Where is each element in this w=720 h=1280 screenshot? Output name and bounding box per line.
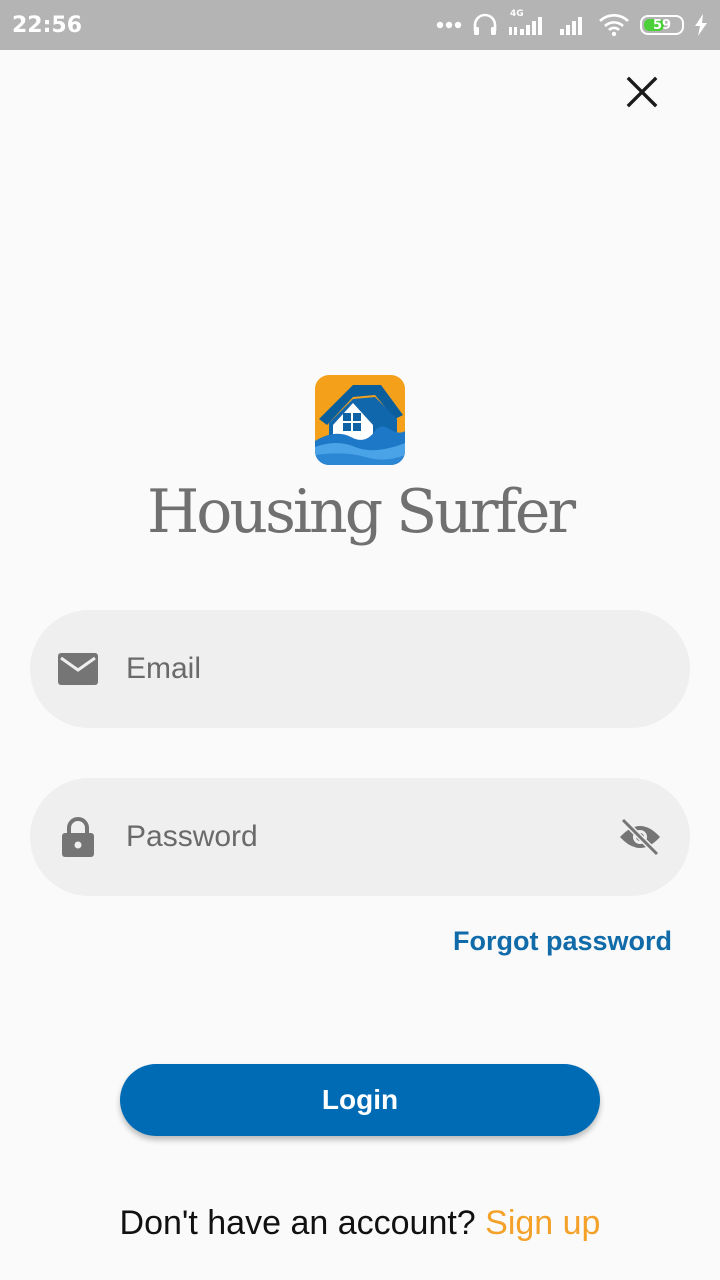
close-icon [626, 76, 658, 108]
wifi-icon [598, 13, 630, 37]
app-logo [315, 375, 405, 465]
signup-prompt-text: Don't have an account? [119, 1204, 486, 1242]
password-visibility-toggle[interactable] [616, 813, 664, 861]
status-bar: 22:56 4G 59 [0, 0, 720, 50]
password-field[interactable] [30, 778, 690, 896]
close-button[interactable] [618, 68, 666, 116]
cellular-signal-4g-icon: 4G [508, 9, 548, 37]
lock-icon [56, 815, 100, 859]
headphones-icon [472, 13, 498, 37]
battery-level: 59 [652, 17, 672, 33]
house-wave-icon [315, 375, 405, 465]
cellular-signal-icon [558, 13, 588, 37]
signup-link[interactable]: Sign up [485, 1204, 600, 1242]
eye-off-icon [620, 817, 660, 857]
battery-indicator: 59 [640, 15, 684, 35]
status-time: 22:56 [12, 12, 83, 38]
password-input[interactable] [126, 778, 606, 896]
signup-prompt-row: Don't have an account? Sign up [0, 1204, 720, 1243]
status-icons: 4G 59 [436, 9, 708, 37]
login-button[interactable]: Login [120, 1064, 600, 1136]
email-input[interactable] [126, 610, 606, 728]
email-field[interactable] [30, 610, 690, 728]
more-dots-icon [436, 21, 462, 29]
network-type-label: 4G [510, 9, 524, 19]
app-name: Housing Surfer [146, 477, 576, 547]
email-icon [56, 647, 100, 691]
charging-bolt-icon [694, 14, 708, 36]
forgot-password-link[interactable]: Forgot password [453, 926, 672, 957]
